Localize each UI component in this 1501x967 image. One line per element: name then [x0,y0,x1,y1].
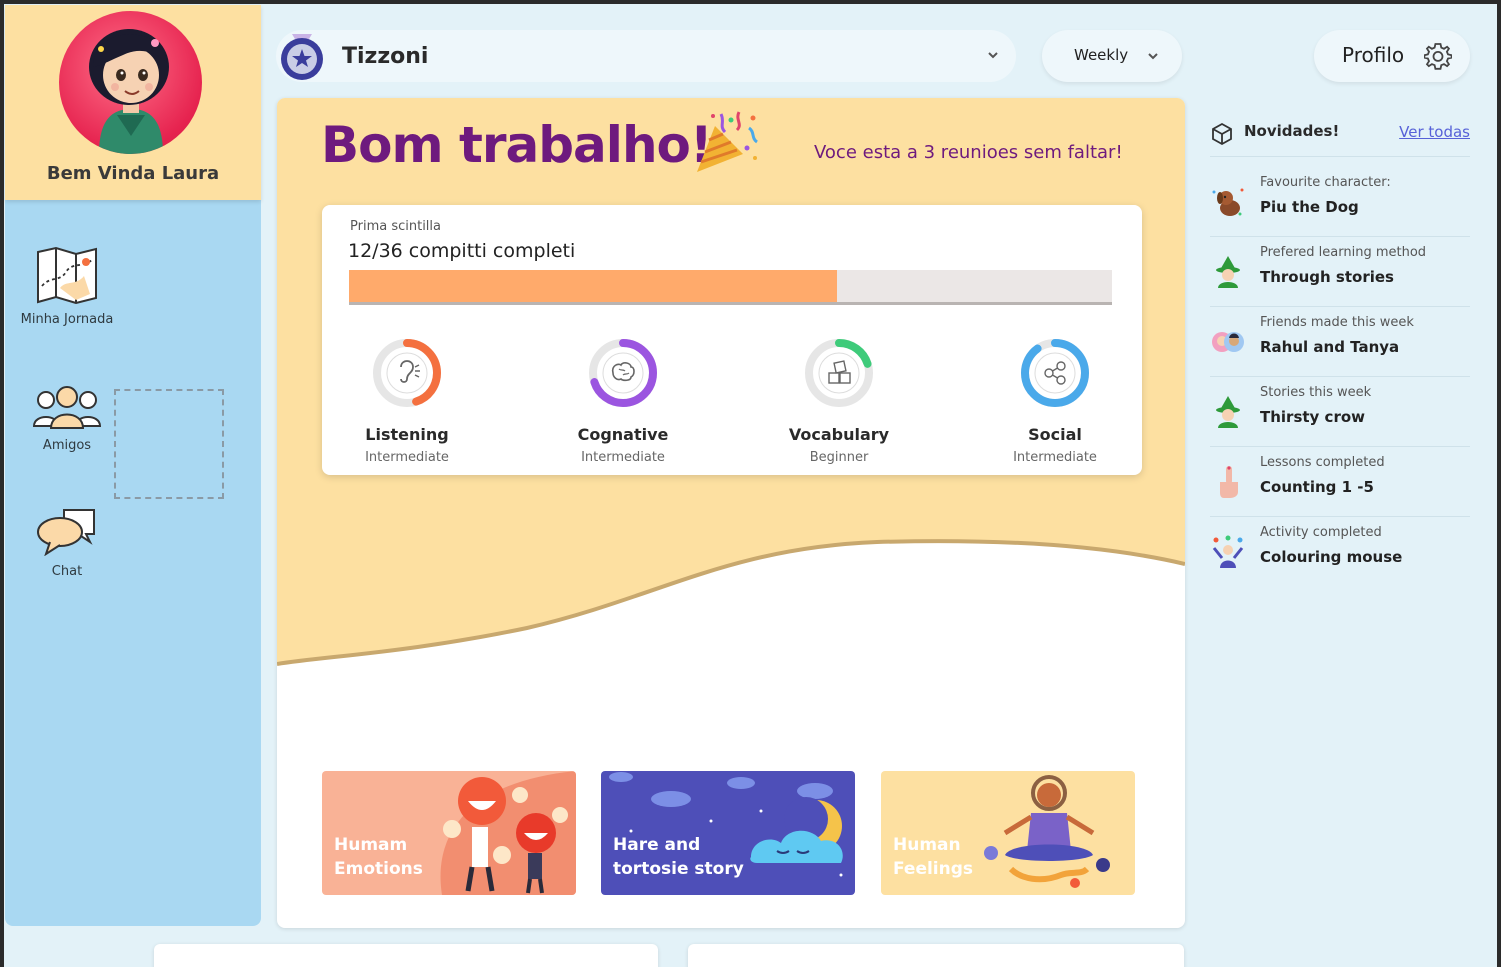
skill-vocabulary[interactable]: Vocabulary Beginner [754,337,924,465]
story-title: Humam Emotions [334,835,423,879]
skill-listening[interactable]: Listening Intermediate [322,337,492,465]
profile-button[interactable]: Profilo [1314,30,1470,82]
skill-level: Intermediate [581,450,665,465]
app: Bem Vinda Laura Minha Jornada Amigos Cha… [4,4,1497,967]
story-card-human-feelings[interactable]: Human Feelings [881,771,1135,895]
social-ring [1021,339,1089,407]
bottom-card-left [154,944,658,967]
cube-icon [1212,122,1232,146]
streak-message: Voce esta a 3 reunioes sem faltar! [814,142,1123,163]
feed-item[interactable]: Prefered learning method Through stories [1210,236,1470,307]
avatar[interactable] [59,11,202,154]
juggler-icon [1212,535,1244,568]
story-title: Hare and tortosie story [613,835,744,879]
listening-ring [373,339,441,407]
feed-caption: Prefered learning method [1260,245,1427,260]
party-popper-icon [697,111,758,172]
skill-level: Intermediate [365,450,449,465]
feed-caption: Activity completed [1260,525,1382,540]
finger-icon [1220,466,1238,498]
feed-item[interactable]: Favourite character: Piu the Dog [1210,166,1470,237]
team-select[interactable]: Tizzoni [276,30,1016,82]
nav-label: Amigos [42,438,92,453]
sidebar: Minha Jornada Amigos Chat [5,194,261,926]
nav-minha-jornada[interactable]: Minha Jornada [17,246,117,327]
feed-value: Piu the Dog [1260,198,1359,216]
team-name: Tizzoni [342,44,429,69]
nav-label: Chat [51,564,83,579]
dog-icon [1212,188,1244,216]
feed-caption: Favourite character: [1260,175,1391,190]
wizard-icon [1216,256,1240,288]
feed-caption: Lessons completed [1260,455,1385,470]
progress-title: 12/36 compitti completi [348,240,576,262]
period-label: Weekly [1074,46,1129,64]
welcome-text: Bem Vinda Laura [46,163,220,184]
cognative-ring [589,339,657,407]
drop-zone[interactable] [114,389,224,499]
story-card-humam-emotions[interactable]: Humam Emotions [322,771,576,895]
main-panel: Bom trabalho! Voce esta a 3 reunioes sem… [277,98,1185,928]
feed-value: Thirsty crow [1260,408,1365,426]
chat-bubbles-icon [37,509,95,557]
progress-card: Prima scintilla 12/36 compitti completi … [322,205,1142,475]
feed-value: Through stories [1260,268,1394,286]
nav-chat[interactable]: Chat [17,506,117,579]
skill-cognative[interactable]: Cognative Intermediate [538,337,708,465]
skill-name: Social [1028,425,1082,444]
feed-item[interactable]: Friends made this week Rahul and Tanya [1210,306,1470,377]
skill-name: Cognative [577,425,669,444]
profile-label: Profilo [1342,43,1405,67]
progress-subtitle: Prima scintilla [350,219,441,234]
progress-bar-fill [349,270,838,302]
period-select[interactable]: Weekly [1042,30,1182,82]
nav-amigos[interactable]: Amigos [17,386,117,453]
vocabulary-ring [805,339,873,407]
skill-social[interactable]: Social Intermediate [970,337,1140,465]
story-card-hare-and-tortosie[interactable]: Hare and tortosie story [601,771,855,895]
nav-label: Minha Jornada [20,312,114,327]
gear-icon [1424,43,1452,70]
friends-avatars-icon [1212,332,1244,352]
skill-name: Listening [365,425,449,444]
feed-item[interactable]: Activity completed Colouring mouse [1210,516,1470,586]
feed-caption: Friends made this week [1260,315,1414,330]
headline: Bom trabalho! [321,116,713,174]
skill-name: Vocabulary [788,425,890,444]
feed-value: Colouring mouse [1260,548,1403,566]
feed-item[interactable]: Stories this week Thirsty crow [1210,376,1470,447]
bottom-card-right [688,944,1184,967]
feed-value: Rahul and Tanya [1260,338,1400,356]
map-icon [37,246,97,305]
profile-card: Bem Vinda Laura [5,5,261,200]
medal-icon [281,34,323,80]
news-header: Novidades! Ver todas [1210,120,1470,157]
skill-level: Intermediate [1013,450,1097,465]
news-title: Novidades! [1244,122,1340,140]
feed-item[interactable]: Lessons completed Counting 1 -5 [1210,446,1470,517]
wizard-icon [1216,396,1240,428]
progress-bar [349,270,1112,305]
feed-value: Counting 1 -5 [1260,478,1374,496]
character-avatar-icon [89,29,169,154]
story-title: Human Feelings [893,835,974,879]
see-all-link[interactable]: Ver todas [1399,123,1470,141]
friends-icon [32,386,102,429]
feed-caption: Stories this week [1260,385,1372,400]
chevron-down-icon [988,52,998,59]
chevron-down-icon [1148,53,1158,60]
skill-level: Beginner [809,450,869,465]
